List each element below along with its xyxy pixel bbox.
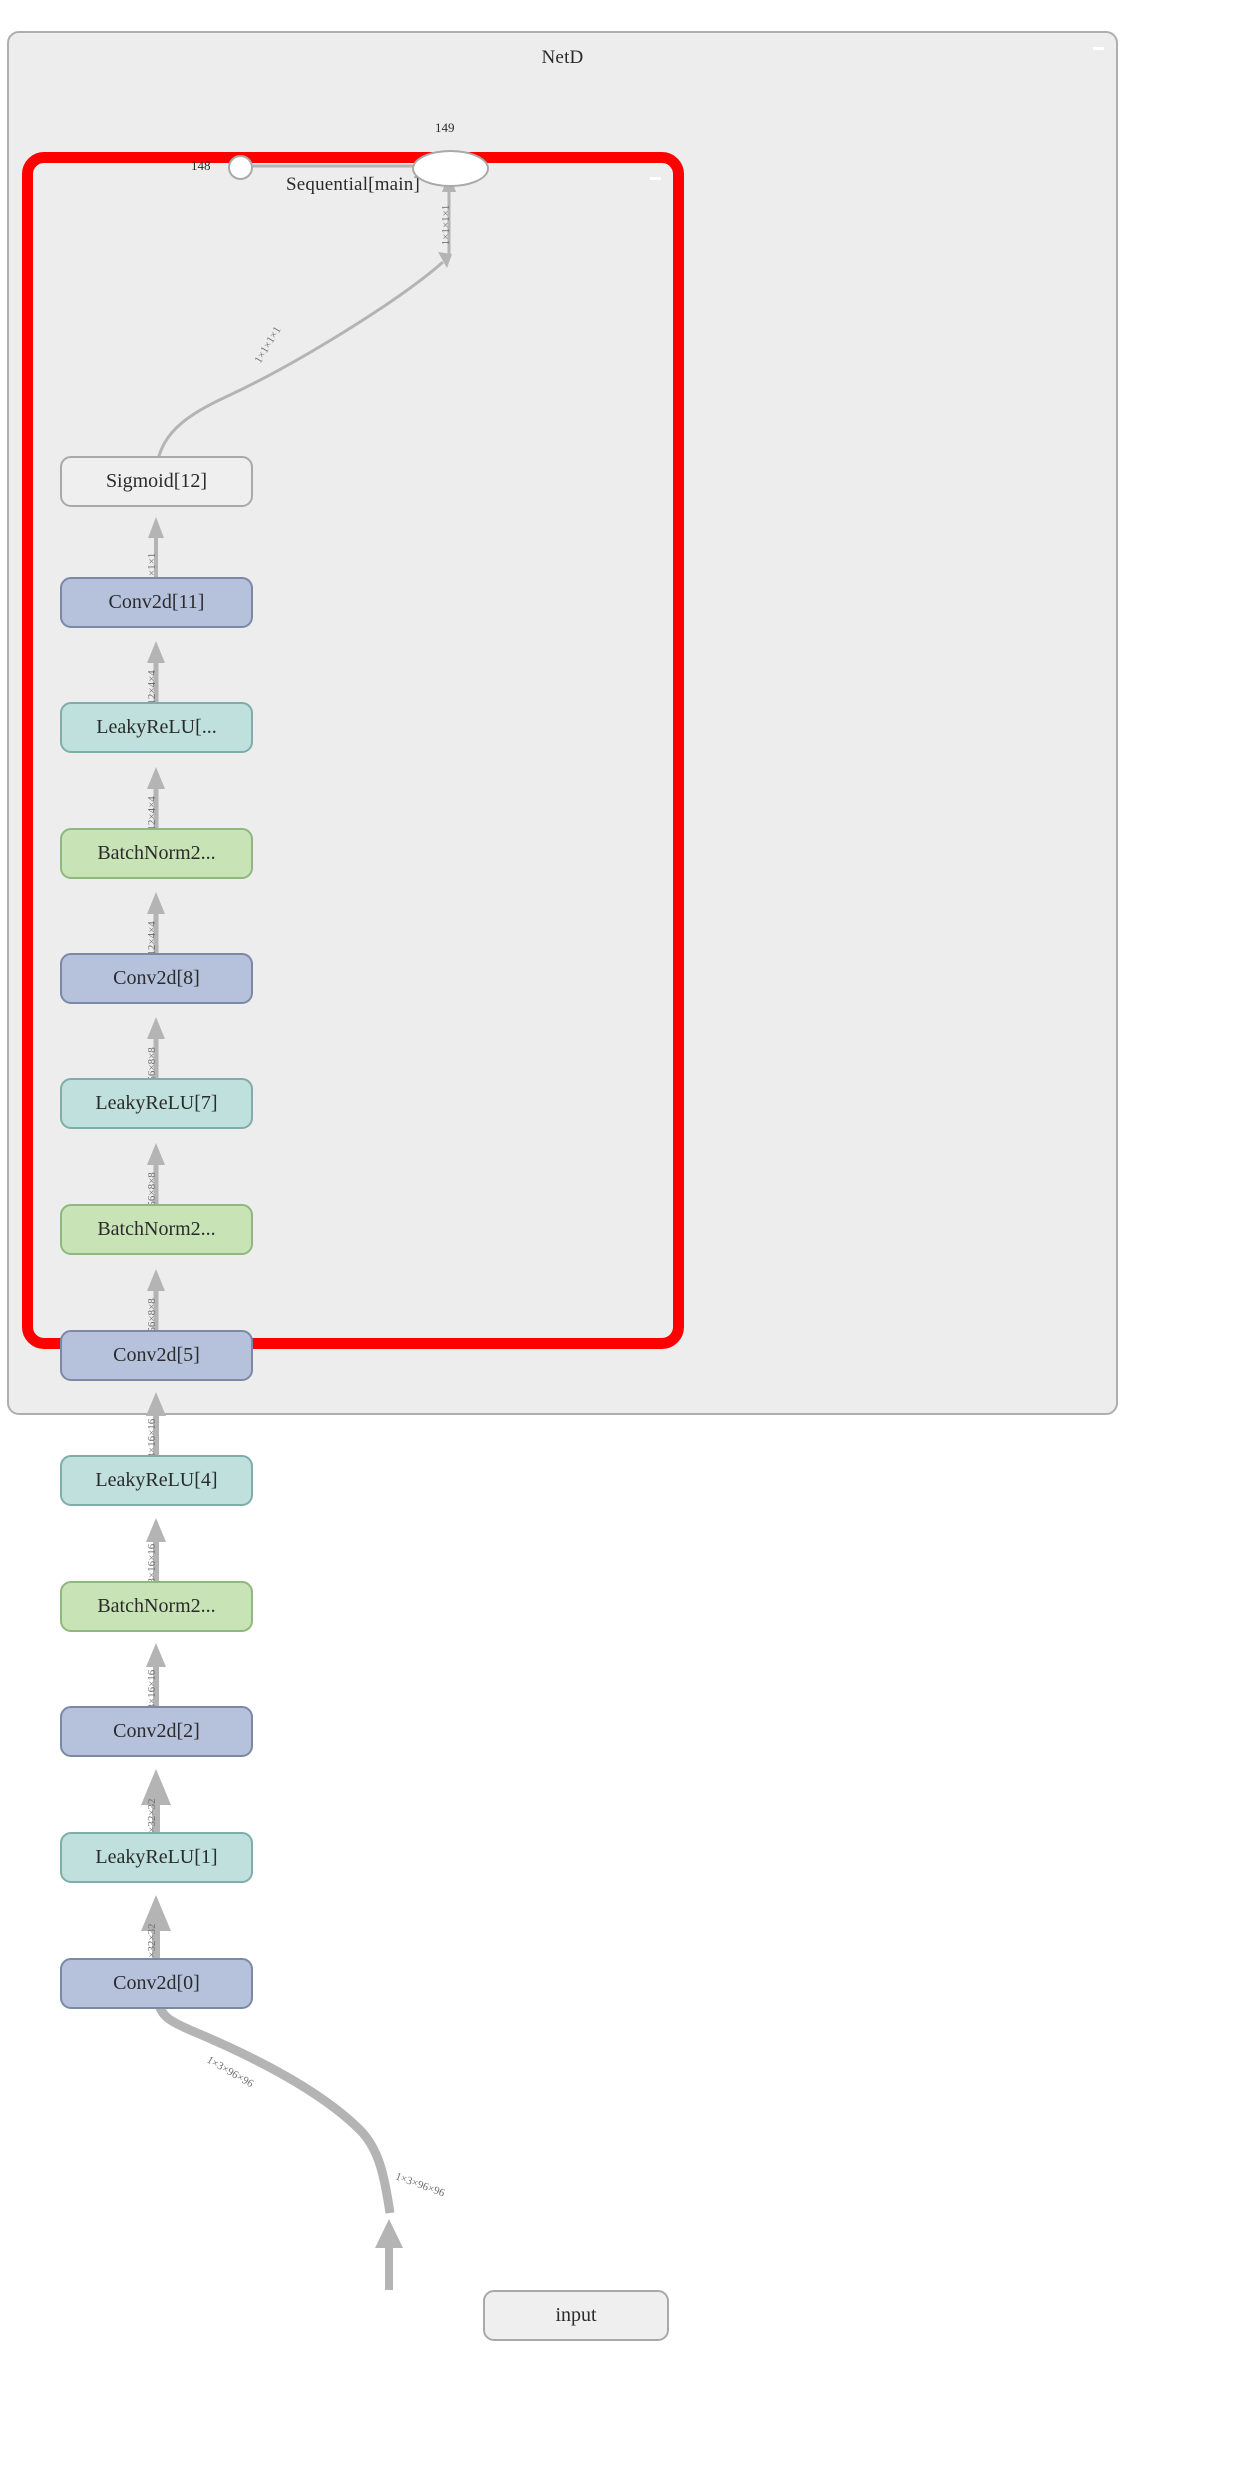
node-batchnorm2d-6[interactable]: BatchNorm2... xyxy=(60,1204,253,1255)
node-label: LeakyReLU[7] xyxy=(95,1092,218,1114)
node-leakyrelu-7[interactable]: LeakyReLU[7] xyxy=(60,1078,253,1129)
node-label: BatchNorm2... xyxy=(97,842,216,864)
node-batchnorm2d-9[interactable]: BatchNorm2... xyxy=(60,828,253,879)
node-label: BatchNorm2... xyxy=(97,1218,216,1240)
node-conv2d-11[interactable]: Conv2d[11] xyxy=(60,577,253,628)
node-conv2d-5[interactable]: Conv2d[5] xyxy=(60,1330,253,1381)
node-label: Conv2d[0] xyxy=(113,1972,200,1994)
tensor-149-id: 149 xyxy=(435,120,455,135)
tensor-node-149[interactable] xyxy=(412,150,489,187)
tensor-node-148[interactable] xyxy=(228,155,253,180)
node-label: Conv2d[2] xyxy=(113,1720,200,1742)
node-input[interactable]: input xyxy=(483,2290,669,2341)
node-label: input xyxy=(555,2304,597,2326)
node-conv2d-2[interactable]: Conv2d[2] xyxy=(60,1706,253,1757)
graph-canvas: NetD Sequential[main] 148 149 Sigmoid[12… xyxy=(0,0,1260,2467)
node-conv2d-8[interactable]: Conv2d[8] xyxy=(60,953,253,1004)
edge-input-node-to-cluster xyxy=(375,2219,403,2290)
node-label: Conv2d[11] xyxy=(108,591,205,613)
node-leakyrelu-10[interactable]: LeakyReLU[... xyxy=(60,702,253,753)
node-label: LeakyReLU[... xyxy=(96,716,217,738)
node-batchnorm2d-3[interactable]: BatchNorm2... xyxy=(60,1581,253,1632)
node-label: LeakyReLU[1] xyxy=(95,1846,218,1868)
edge-label-tensor149-in: 1×1×1×1 xyxy=(440,204,452,246)
edge-sigmoid-to-sequential xyxy=(153,252,452,487)
tensor-148-id: 148 xyxy=(191,158,211,173)
node-sigmoid-12[interactable]: Sigmoid[12] xyxy=(60,456,253,507)
node-conv2d-0[interactable]: Conv2d[0] xyxy=(60,1958,253,2009)
node-label: Conv2d[5] xyxy=(113,1344,200,1366)
node-label: BatchNorm2... xyxy=(97,1595,216,1617)
node-leakyrelu-4[interactable]: LeakyReLU[4] xyxy=(60,1455,253,1506)
node-label: Sigmoid[12] xyxy=(105,470,208,492)
node-leakyrelu-1[interactable]: LeakyReLU[1] xyxy=(60,1832,253,1883)
node-label: Conv2d[8] xyxy=(113,967,200,989)
node-label: LeakyReLU[4] xyxy=(95,1469,218,1491)
edge-input-to-conv0 xyxy=(145,1978,395,2214)
